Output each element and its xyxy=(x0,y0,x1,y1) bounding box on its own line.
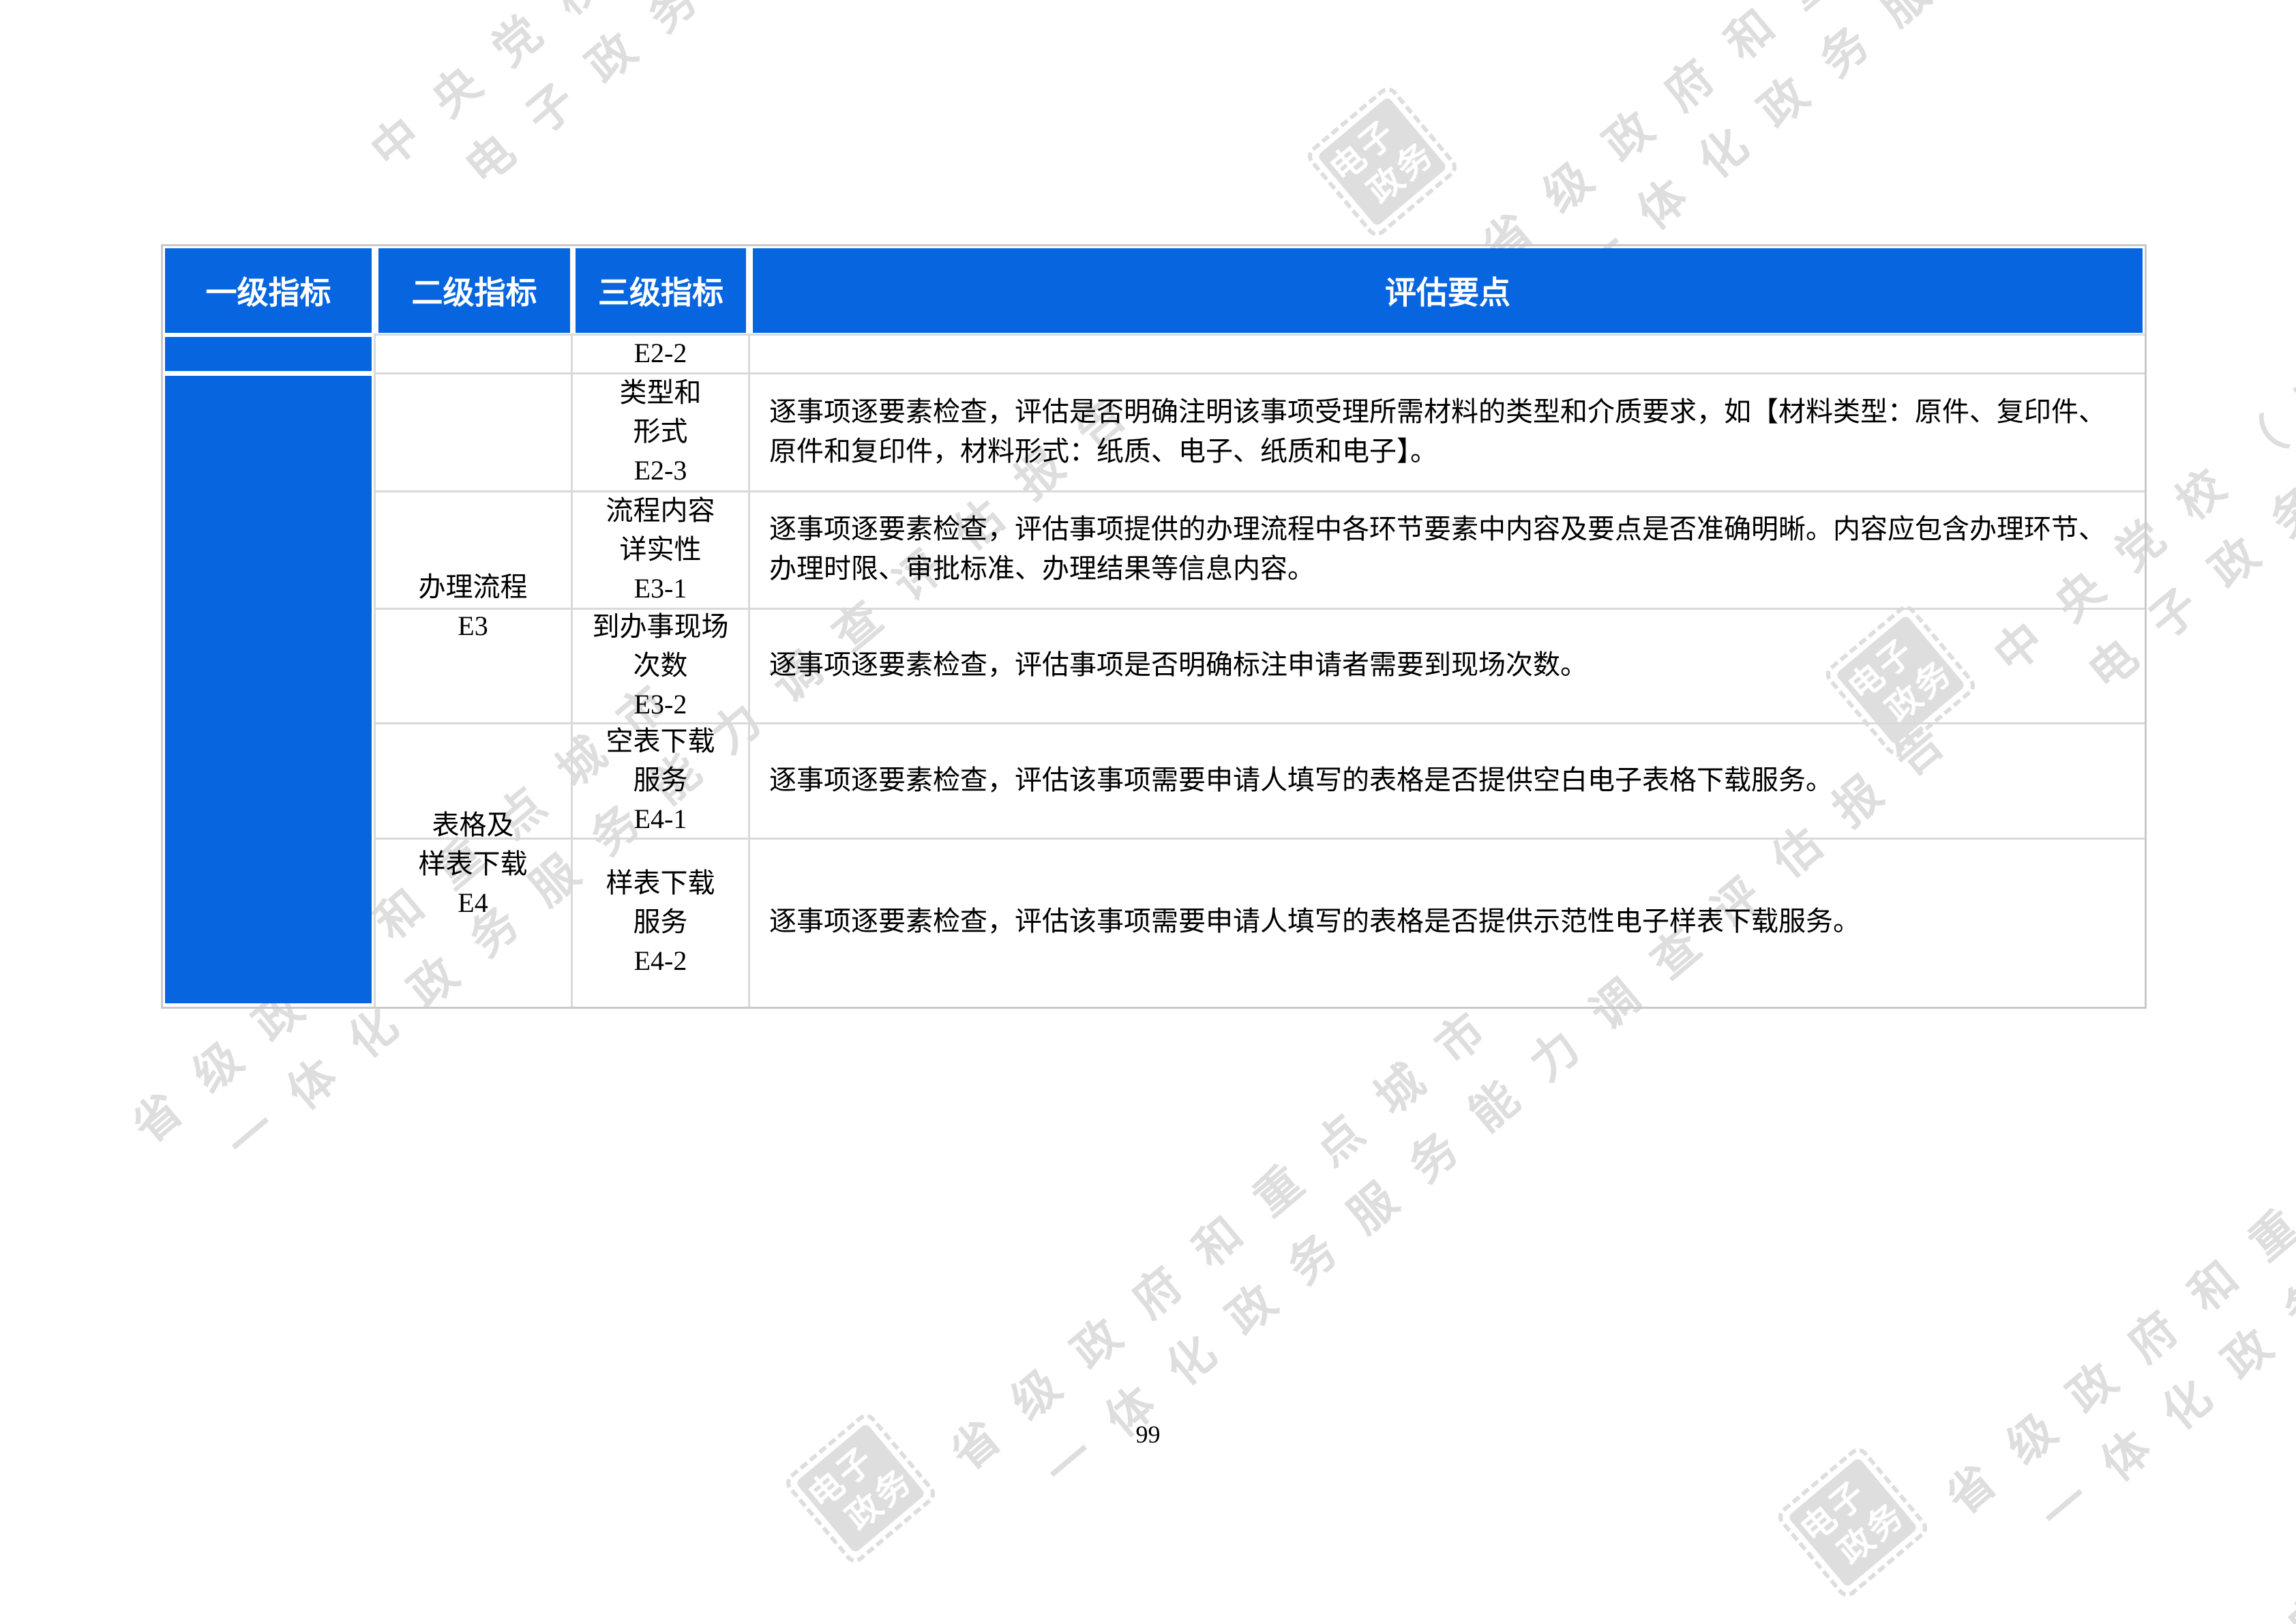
header-cell-points: 评估要点 xyxy=(753,248,2143,333)
points-cell-e4-1: 逐事项逐要素检查，评估该事项需要申请人填写的表格是否提供空白电子表格下载服务。 xyxy=(750,722,2145,838)
indicator-table: 一级指标 二级指标 三级指标 评估要点 办理流程 E3 表格及 样表下载 E4 … xyxy=(161,244,2147,1009)
header-cell-level3: 三级指标 xyxy=(576,248,746,333)
egov-seal-watermark: 电子 政务 xyxy=(1774,1443,1931,1601)
page-number: 99 xyxy=(0,1420,2296,1449)
header-cell-level1: 一级指标 xyxy=(165,248,372,333)
document-page: 中央党校（国家行政学院） 电子政务研究中心 电子 政务 省级政府和重点城市 一体… xyxy=(0,0,2296,1624)
points-cell-e3-1: 逐事项逐要素检查，评估事项提供的办理流程中各环节要素中内容及要点是否准确明晰。内… xyxy=(750,490,2145,608)
watermark-text-top-left: 中央党校（国家行政学院） 电子政务研究中心 xyxy=(355,0,1176,242)
header-cell-level2: 二级指标 xyxy=(378,248,570,333)
level3-cell-e2-3: 类型和 形式 E2-3 xyxy=(573,372,748,490)
level1-blue-cell-top xyxy=(165,337,372,371)
level3-cell-e4-1: 空表下载 服务 E4-1 xyxy=(573,722,748,838)
egov-seal-text: 电子 政务 xyxy=(1787,1457,1918,1588)
egov-seal-watermark: 电子 政务 xyxy=(1303,83,1461,240)
level2-cell-e3: 办理流程 E3 xyxy=(375,490,571,722)
level3-cell-e3-2: 到办事现场 次数 E3-2 xyxy=(573,608,748,722)
level1-blue-cell-merged xyxy=(165,376,372,1003)
egov-seal-text: 电子 政务 xyxy=(1317,96,1448,227)
points-cell-e4-2: 逐事项逐要素检查，评估该事项需要申请人填写的表格是否提供示范性电子样表下载服务。 xyxy=(750,838,2145,1005)
points-cell-e2-3: 逐事项逐要素检查，评估是否明确注明该事项受理所需材料的类型和介质要求，如【材料类… xyxy=(750,372,2145,490)
level3-cell-e3-1: 流程内容 详实性 E3-1 xyxy=(573,490,748,608)
level3-cell-e2-2: E2-2 xyxy=(573,334,748,372)
level2-cell-e4: 表格及 样表下载 E4 xyxy=(375,722,571,1005)
level3-cell-e4-2: 样表下载 服务 E4-2 xyxy=(573,838,748,1005)
points-cell-e3-2: 逐事项逐要素检查，评估事项是否明确标注申请者需要到现场次数。 xyxy=(750,608,2145,722)
